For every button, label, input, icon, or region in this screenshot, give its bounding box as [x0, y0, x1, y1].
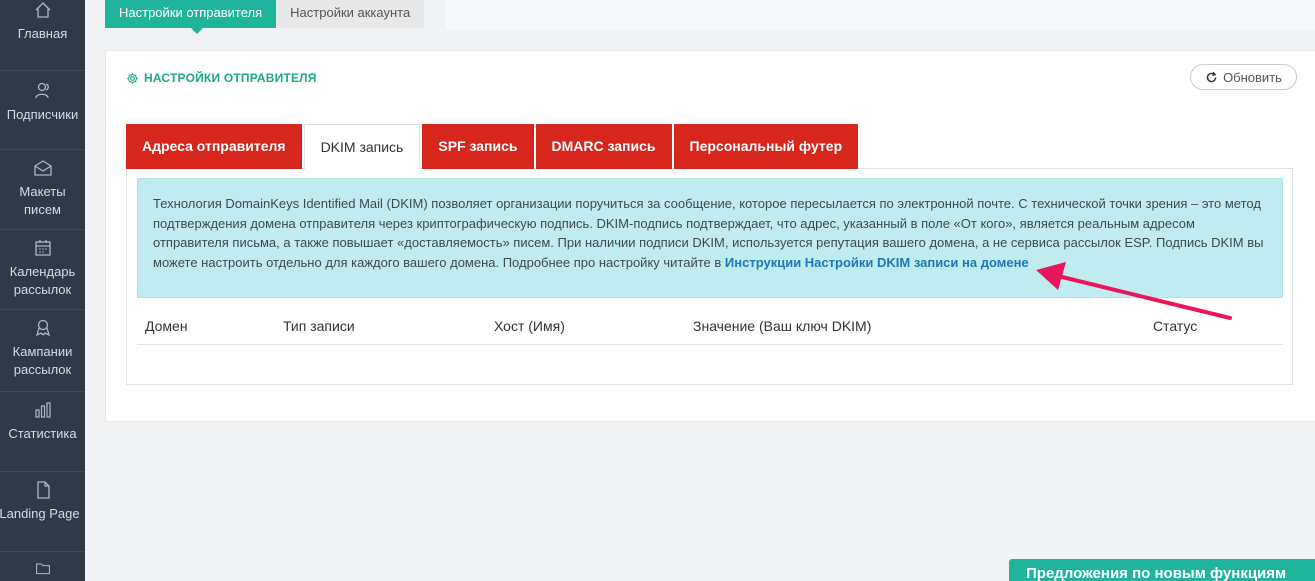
suggest-features-button[interactable]: Предложения по новым функциям: [1009, 559, 1315, 581]
tab-spf[interactable]: SPF запись: [422, 124, 534, 169]
top-tabs-strip: [445, 0, 1315, 30]
award-icon: [35, 319, 50, 337]
home-icon: [35, 2, 50, 18]
column-domain: Домен: [145, 318, 188, 334]
sidebar-item-label: Статистика: [8, 426, 77, 441]
tab-sender-addresses[interactable]: Адреса отправителя: [126, 124, 302, 169]
tab-dmarc[interactable]: DMARC запись: [535, 124, 672, 169]
top-tabs: Настройки отправителя Настройки аккаунта: [105, 0, 425, 34]
sidebar-item-statistics[interactable]: Статистика: [0, 392, 85, 472]
sidebar-item-calendar[interactable]: Календарь рассылок: [0, 230, 85, 310]
tab-account-settings[interactable]: Настройки аккаунта: [276, 0, 425, 28]
envelope-icon: [33, 160, 52, 176]
sidebar-item-label: Landing Page: [0, 506, 80, 521]
dkim-info-box: Технология DomainKeys Identified Mail (D…: [137, 178, 1283, 298]
sidebar-item-subscribers[interactable]: Подписчики: [0, 71, 85, 150]
sidebar-item-campaigns[interactable]: Кампании рассылок: [0, 310, 85, 392]
gear-icon: [127, 72, 138, 84]
sidebar-item-label: Кампании: [12, 344, 73, 359]
sidebar-item-label: рассылок: [13, 282, 72, 297]
sender-settings-panel: НАСТРОЙКИ ОТПРАВИТЕЛЯ Обновить Технологи…: [105, 50, 1315, 422]
folder-icon: [35, 563, 50, 575]
tab-sender-settings[interactable]: Настройки отправителя: [105, 0, 277, 34]
refresh-icon: [1206, 71, 1217, 82]
subscribers-icon: [34, 82, 49, 99]
sidebar-item-label: рассылок: [13, 362, 72, 377]
panel-title: НАСТРОЙКИ ОТПРАВИТЕЛЯ: [126, 71, 317, 85]
dkim-info-text: Технология DomainKeys Identified Mail (D…: [153, 196, 1264, 270]
dkim-content: Технология DomainKeys Identified Mail (D…: [126, 168, 1293, 385]
stats-icon: [34, 402, 51, 418]
sidebar-item-home[interactable]: Главная: [0, 0, 85, 71]
refresh-button-label: Обновить: [1223, 69, 1282, 85]
file-icon: [36, 481, 50, 499]
panel-title-text: НАСТРОЙКИ ОТПРАВИТЕЛЯ: [144, 71, 317, 85]
sidebar-item-templates[interactable]: Макеты писем: [0, 150, 85, 230]
sidebar-item-label: Календарь: [9, 264, 76, 279]
tab-personal-footer[interactable]: Персональный футер: [673, 124, 859, 169]
column-value: Значение (Ваш ключ DKIM): [693, 318, 872, 334]
column-status: Статус: [1153, 318, 1198, 334]
sidebar-item-label: Главная: [17, 26, 68, 41]
sidebar-item-folder[interactable]: [0, 552, 85, 581]
dkim-instructions-link[interactable]: Инструкции Настройки DKIM записи на доме…: [725, 255, 1029, 270]
sidebar-item-label: Макеты: [19, 184, 66, 199]
sidebar-item-landing-page[interactable]: Landing Page: [0, 472, 85, 552]
sidebar: Главная Подписчики Макеты писем Календар…: [0, 0, 85, 581]
dkim-table-header: Домен Тип записи Хост (Имя) Значение (Ва…: [137, 316, 1283, 345]
tab-dkim[interactable]: DKIM запись: [303, 124, 421, 170]
column-record-type: Тип записи: [283, 318, 355, 334]
refresh-button[interactable]: Обновить: [1190, 64, 1297, 90]
column-host: Хост (Имя): [494, 318, 565, 334]
calendar-icon: [34, 240, 51, 256]
sidebar-item-label: писем: [24, 202, 61, 217]
dkim-sub-tabs: Адреса отправителя DKIM запись SPF запис…: [126, 124, 860, 170]
sidebar-item-label: Подписчики: [6, 107, 79, 122]
